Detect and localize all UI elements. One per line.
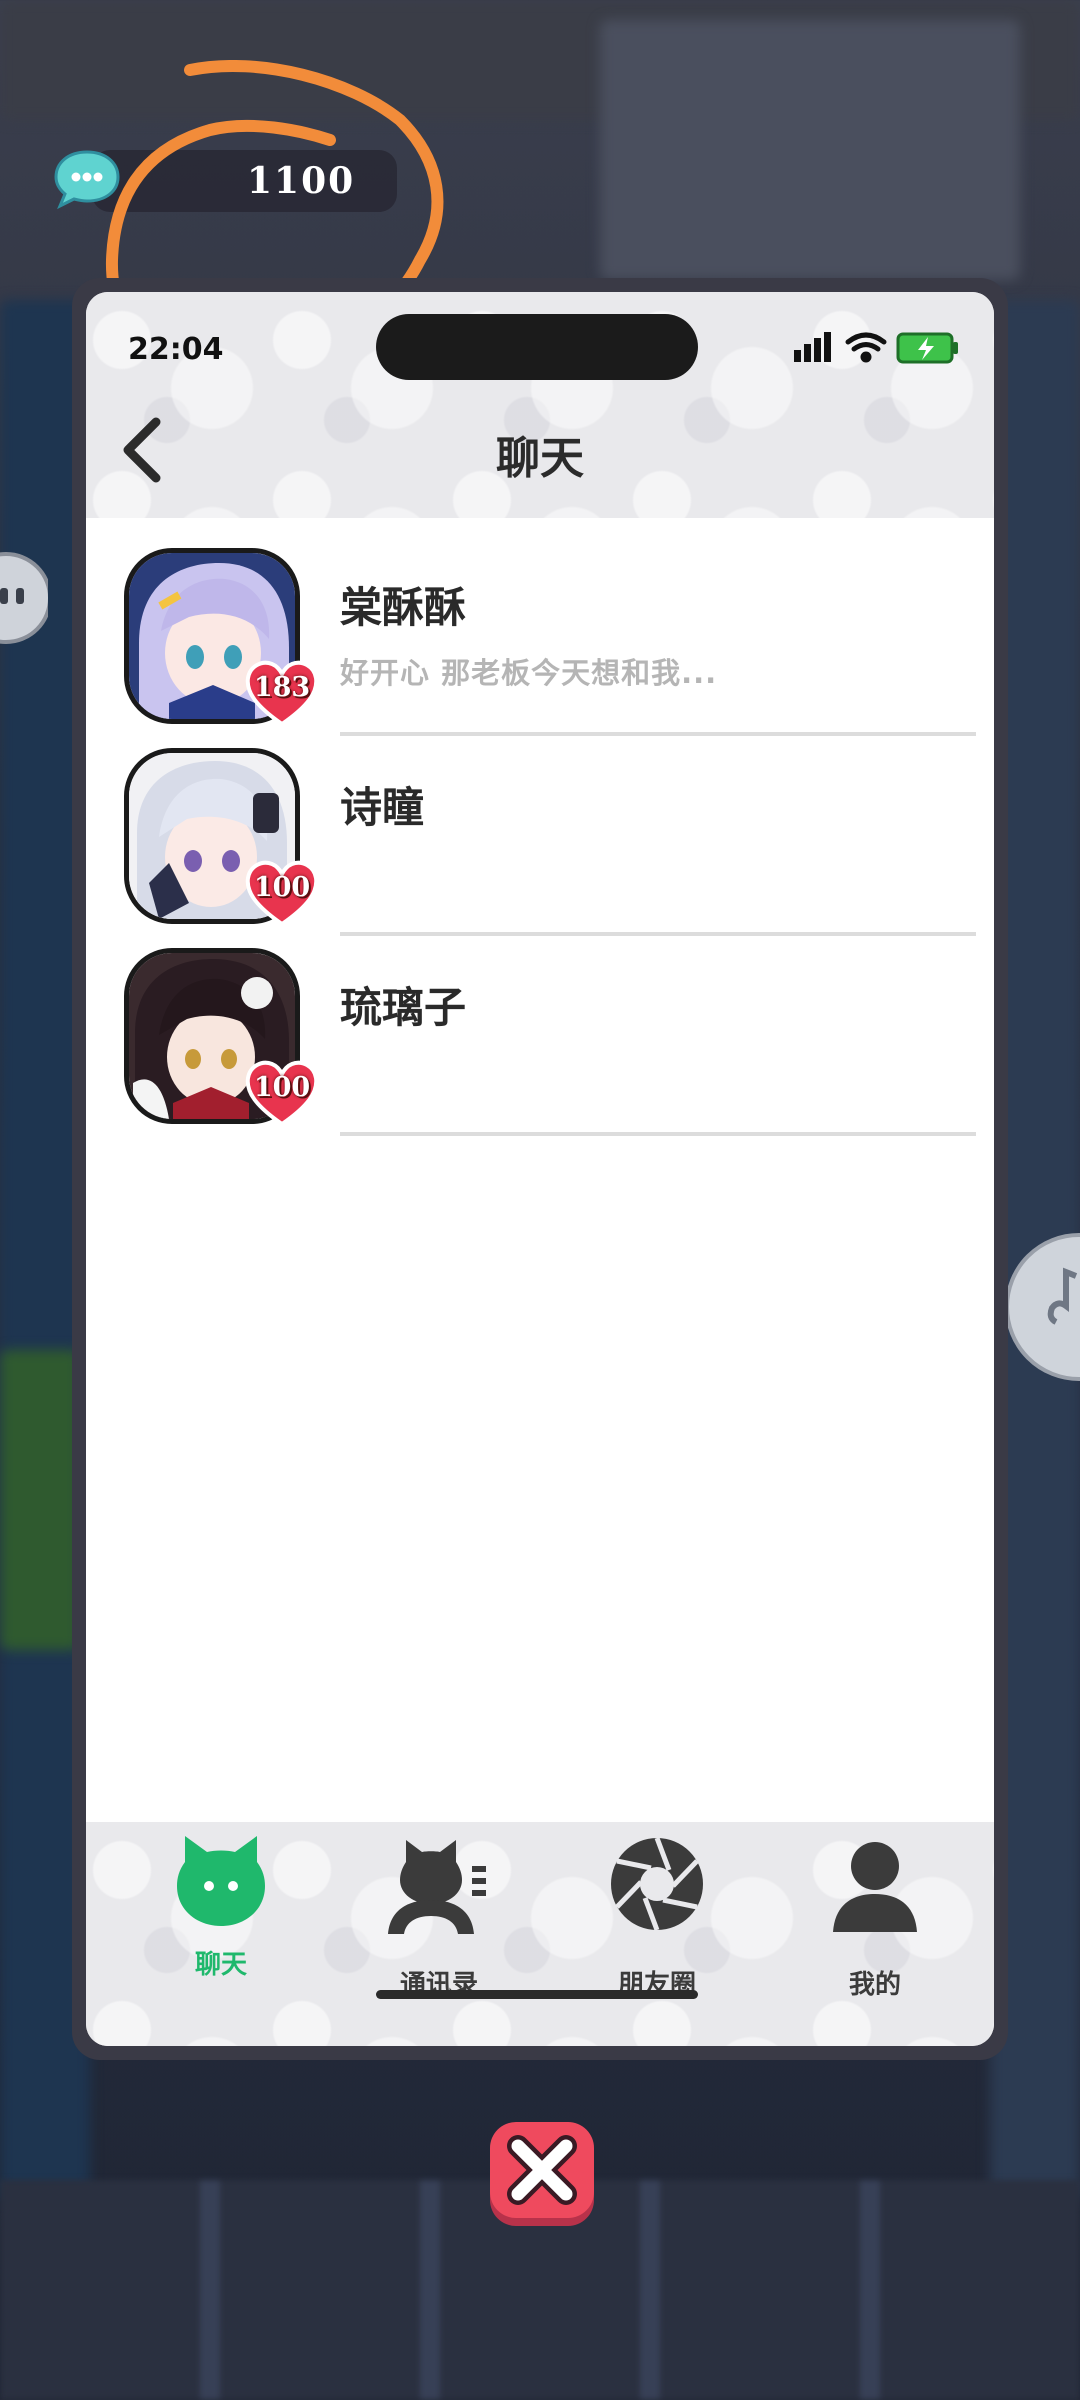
camera-notch <box>376 314 698 380</box>
tab-label: 我的 <box>848 1970 901 2000</box>
tab-label: 聊天 <box>194 1950 247 1980</box>
phone-screen: 22:04 聊天 183 棠酥酥 好开心 那老板今天想和我... 100 诗瞳 … <box>86 292 994 2046</box>
contacts-icon <box>388 1840 486 1934</box>
divider <box>340 1132 976 1136</box>
chat-name: 琉璃子 <box>340 983 467 1032</box>
chat-item[interactable]: 100 诗瞳 <box>86 718 994 936</box>
background-building <box>600 20 1020 280</box>
chat-preview: 好开心 那老板今天想和我... <box>340 656 718 690</box>
cat-chat-icon <box>177 1836 265 1926</box>
top-bar: 22:04 聊天 <box>86 292 994 518</box>
chat-item[interactable]: 183 棠酥酥 好开心 那老板今天想和我... <box>86 518 994 736</box>
page-title: 聊天 <box>496 433 584 484</box>
chat-item[interactable]: 100 琉璃子 <box>86 918 994 1136</box>
phone-frame: 22:04 聊天 183 棠酥酥 好开心 那老板今天想和我... 100 诗瞳 … <box>72 278 1008 2060</box>
affection-value: 183 <box>253 672 311 703</box>
chat-name: 棠酥酥 <box>340 583 467 632</box>
tab-bar: 聊天 通讯录 朋友圈 我的 <box>86 1822 994 2046</box>
person-icon <box>833 1842 917 1932</box>
status-time: 22:04 <box>128 332 224 367</box>
tab-chat[interactable]: 聊天 <box>146 1822 296 2022</box>
affection-value: 100 <box>253 872 311 903</box>
affection-value: 100 <box>253 1072 311 1103</box>
avatar: 183 <box>124 548 319 728</box>
close-button[interactable] <box>486 2118 598 2230</box>
tab-me[interactable]: 我的 <box>800 1822 950 2022</box>
chat-name: 诗瞳 <box>340 783 425 832</box>
music-button[interactable] <box>1004 1232 1080 1382</box>
affection-badge: 100 <box>244 1058 320 1128</box>
chat-list: 183 棠酥酥 好开心 那老板今天想和我... 100 诗瞳 100 琉璃子 <box>86 518 994 1136</box>
signal-icon <box>794 332 831 362</box>
wifi-icon <box>845 332 887 363</box>
status-icons <box>786 326 966 370</box>
aperture-icon <box>611 1837 703 1931</box>
avatar: 100 <box>124 948 319 1128</box>
close-icon <box>490 2122 594 2226</box>
battery-icon <box>896 332 958 364</box>
home-indicator <box>376 1990 698 1999</box>
side-face-button[interactable] <box>0 548 52 648</box>
avatar: 100 <box>124 748 319 928</box>
background-plant <box>0 1350 80 1650</box>
